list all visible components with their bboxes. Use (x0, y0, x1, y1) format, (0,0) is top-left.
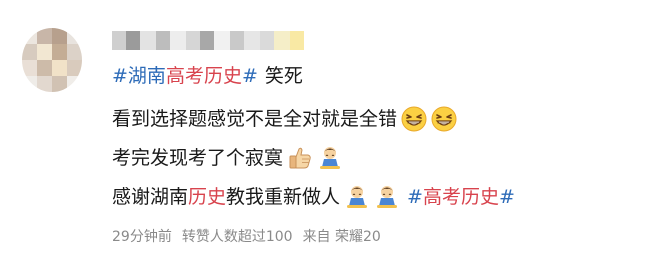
comment-meta: 29分钟前 转赞人数超过100 来自 荣耀20 (112, 228, 381, 246)
thumbs-up-icon (289, 147, 311, 169)
comment-text: 考完发现考了个寂寞 (112, 147, 284, 169)
highlight-text: 历史 (188, 186, 227, 208)
hashtag-link[interactable]: #高考历史# (407, 184, 515, 210)
sitting-doll-icon (377, 186, 398, 208)
repost-count-link[interactable]: 转赞人数超过100 (182, 228, 293, 246)
comment-text: 教我重新做人 (226, 186, 341, 208)
comment-line-1: #湖南高考历史# 笑死 (112, 63, 303, 89)
comment-line-2: 看到选择题感觉不是全对就是全错 (112, 106, 457, 132)
comment-text: 看到选择题感觉不是全对就是全错 (112, 108, 398, 130)
sitting-doll-icon (347, 186, 368, 208)
comment-line-4: 感谢湖南 历史 教我重新做人 #高考历史# (112, 184, 515, 210)
source-device: 来自 荣耀20 (302, 229, 381, 245)
sitting-doll-icon (320, 147, 341, 169)
grinning-face-icon (401, 106, 427, 132)
timestamp: 29分钟前 (112, 229, 172, 245)
hashtag-link[interactable]: #湖南高考历史# (112, 63, 258, 89)
avatar[interactable] (22, 28, 82, 92)
comment-text: 感谢湖南 (112, 186, 189, 208)
grinning-face-icon (431, 106, 457, 132)
comment-text: 笑死 (264, 65, 303, 87)
comment-line-3: 考完发现考了个寂寞 (112, 145, 343, 171)
author-name-blurred[interactable] (112, 31, 304, 50)
